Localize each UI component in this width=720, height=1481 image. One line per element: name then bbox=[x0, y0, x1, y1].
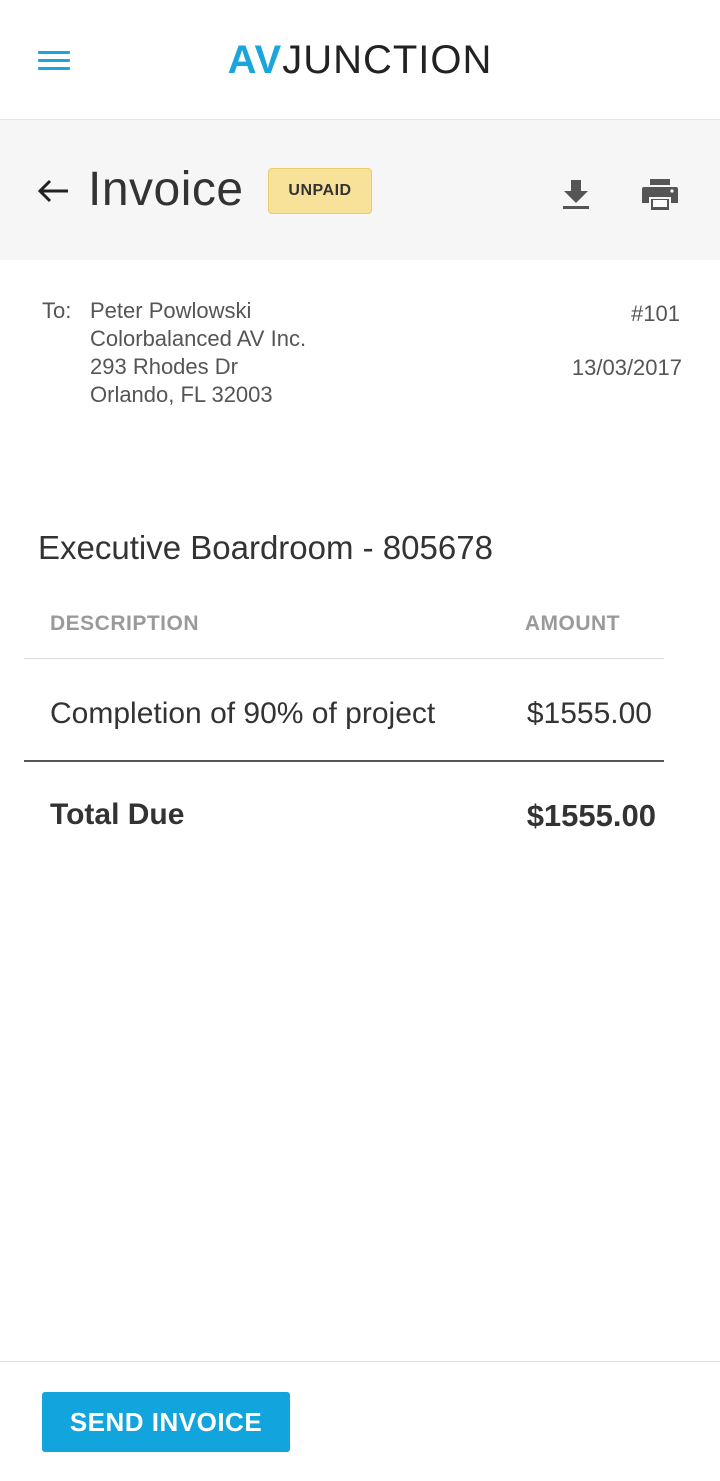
column-header-amount: AMOUNT bbox=[524, 612, 620, 635]
total-due-amount: $1555.00 bbox=[526, 798, 656, 833]
total-row: Total Due $1555.00 bbox=[24, 762, 664, 862]
line-item-amount: $1555.00 bbox=[526, 697, 652, 730]
recipient-company: Colorbalanced AV Inc. bbox=[90, 326, 307, 351]
download-icon[interactable] bbox=[558, 176, 594, 212]
project-title: Executive Boardroom - 805678 bbox=[38, 529, 493, 566]
recipient-name: Peter Powlowski bbox=[90, 298, 252, 323]
app-bar: AVJUNCTION bbox=[0, 0, 720, 120]
print-icon[interactable] bbox=[640, 176, 680, 212]
logo-av: AV bbox=[227, 38, 283, 82]
logo-junction: JUNCTION bbox=[282, 38, 493, 82]
column-header-description: DESCRIPTION bbox=[50, 612, 200, 635]
total-due-label: Total Due bbox=[50, 798, 185, 831]
page-title: Invoice bbox=[88, 163, 244, 216]
status-badge: UNPAID bbox=[268, 168, 372, 214]
line-items-table: DESCRIPTION AMOUNT Completion of 90% of … bbox=[24, 600, 664, 862]
send-invoice-button[interactable]: SEND INVOICE bbox=[42, 1392, 290, 1452]
invoice-number: #101 bbox=[631, 301, 680, 326]
app-logo: AVJUNCTION bbox=[0, 36, 720, 84]
invoice-date: 13/03/2017 bbox=[571, 355, 682, 380]
recipient-city: Orlando, FL 32003 bbox=[90, 382, 273, 407]
table-row: Completion of 90% of project $1555.00 bbox=[24, 659, 664, 762]
line-item-description: Completion of 90% of project bbox=[50, 697, 436, 730]
to-label: To: bbox=[42, 298, 72, 323]
arrow-left-icon[interactable] bbox=[36, 176, 72, 206]
recipient-street: 293 Rhodes Dr bbox=[90, 354, 238, 379]
table-header-row: DESCRIPTION AMOUNT bbox=[24, 600, 664, 659]
recipient-address: Peter Powlowski Colorbalanced AV Inc. 29… bbox=[90, 297, 306, 409]
